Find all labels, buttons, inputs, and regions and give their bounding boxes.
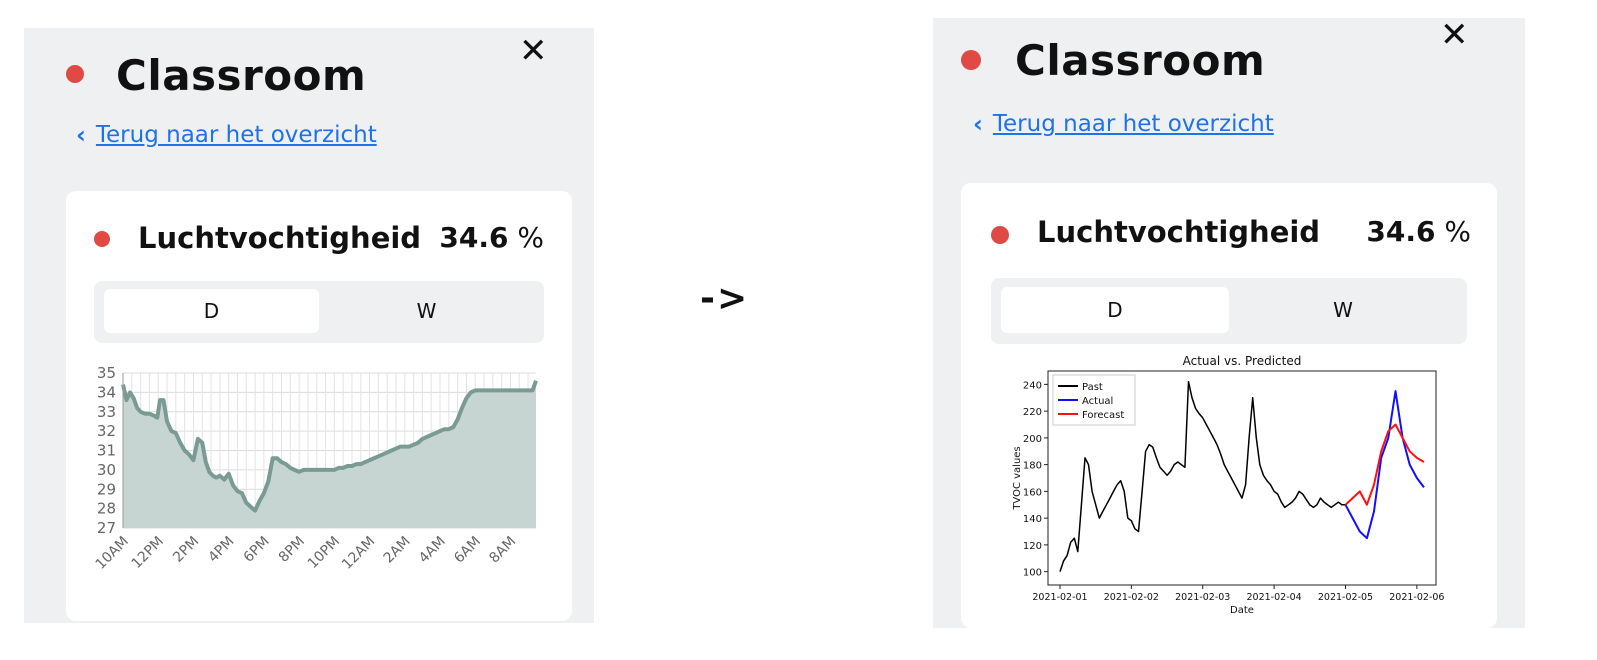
status-dot: [961, 50, 981, 70]
series-line-forecast: [1344, 423, 1425, 506]
y-tick-label: 180: [1023, 461, 1042, 472]
back-link[interactable]: ‹ Terug naar het overzicht: [973, 110, 1274, 138]
metric-unit: %: [517, 221, 544, 254]
metric-label: Luchtvochtigheid: [138, 221, 422, 255]
chevron-left-icon: ‹: [76, 121, 86, 149]
series-line-actual: [1344, 390, 1425, 540]
x-tick-label: 2021-02-03: [1175, 592, 1230, 603]
x-tick-label: 2AM: [381, 534, 414, 567]
chart-title: Actual vs. Predicted: [1183, 354, 1302, 368]
x-tick-label: 8PM: [276, 534, 308, 566]
y-tick-label: 32: [97, 422, 116, 440]
x-tick-label: 8AM: [486, 534, 519, 567]
y-tick-label: 120: [1023, 541, 1042, 552]
y-axis-label: TVOC values: [1012, 446, 1023, 510]
tab-day[interactable]: D: [104, 289, 319, 333]
transition-arrow: ->: [700, 278, 750, 319]
x-tick-label: 4AM: [416, 534, 449, 567]
metric-unit: %: [1444, 215, 1471, 248]
status-dot: [66, 65, 84, 83]
y-tick-label: 28: [97, 500, 116, 518]
y-tick-label: 30: [97, 461, 116, 479]
metric-status-dot: [991, 226, 1009, 244]
legend-label-actual: Actual: [1082, 396, 1113, 407]
metric-card: Luchtvochtigheid 34.6 % D W 27 28 29 30 31 32…: [66, 191, 572, 621]
x-tick-label: 10AM: [93, 534, 132, 573]
metric-value: 34.6 %: [439, 224, 544, 252]
x-tick-label: 2021-02-05: [1318, 592, 1373, 603]
back-link-label: Terug naar het overzicht: [95, 122, 377, 148]
page-title: Classroom: [1015, 36, 1266, 85]
y-tick-label: 33: [97, 403, 116, 421]
y-tick-label: 160: [1023, 487, 1042, 498]
x-tick-label: 2021-02-02: [1104, 592, 1159, 603]
humidity-chart: 2728 293031 3233 3435 10AM12PM 2PM 4PM 6PM 8PM10…: [93, 364, 538, 573]
detail-panel-before: Classroom ✕ ‹ Terug naar het overzicht L…: [24, 28, 594, 623]
y-tick-label: 35: [97, 364, 116, 382]
x-axis-label: Date: [1230, 605, 1254, 616]
metric-value-number: 34.6: [1366, 215, 1436, 248]
x-tick-label: 6PM: [241, 534, 273, 566]
x-tick-label: 4PM: [205, 534, 237, 566]
legend-label-forecast: Forecast: [1082, 410, 1124, 421]
tvoc-forecast-chart: Actual vs. Predicted 100 120 140 160 180 200 22…: [1012, 354, 1444, 616]
detail-panel-after: Classroom ✕ ‹ Terug naar het overzicht L…: [933, 18, 1525, 628]
tab-day[interactable]: D: [1001, 287, 1229, 333]
back-link-label: Terug naar het overzicht: [992, 111, 1274, 137]
chevron-left-icon: ‹: [973, 110, 983, 138]
tab-week[interactable]: W: [1229, 287, 1457, 333]
x-tick-label: 2PM: [170, 534, 202, 566]
legend-label-past: Past: [1082, 382, 1103, 393]
x-tick-label: 6AM: [451, 534, 484, 567]
y-tick-label: 100: [1023, 568, 1042, 579]
metric-status-dot: [94, 231, 110, 247]
page-title: Classroom: [116, 51, 367, 100]
y-tick-label: 31: [97, 442, 116, 460]
x-tick-label: 12AM: [339, 534, 378, 573]
y-tick-label: 29: [97, 480, 116, 498]
x-tick-label: 2021-02-01: [1032, 592, 1087, 603]
y-tick-label: 27: [97, 519, 116, 537]
metric-value: 34.6 %: [1366, 218, 1471, 246]
x-tick-label: 12PM: [129, 534, 167, 572]
y-tick-label: 140: [1023, 514, 1042, 525]
x-tick-label: 10PM: [305, 534, 343, 572]
period-tabs: D W: [991, 278, 1467, 344]
y-tick-label: 240: [1023, 380, 1042, 391]
metric-value-number: 34.6: [439, 221, 509, 254]
close-icon[interactable]: ✕: [1440, 18, 1469, 52]
close-icon[interactable]: ✕: [519, 34, 548, 68]
x-tick-label: 2021-02-04: [1247, 592, 1302, 603]
metric-card: Luchtvochtigheid 34.6 % D W Actual vs. P…: [961, 183, 1497, 628]
tab-week[interactable]: W: [319, 289, 534, 333]
metric-label: Luchtvochtigheid: [1037, 215, 1321, 249]
period-tabs: D W: [94, 281, 544, 343]
y-tick-label: 200: [1023, 434, 1042, 445]
x-tick-label: 2021-02-06: [1389, 592, 1444, 603]
y-tick-label: 34: [97, 383, 116, 401]
y-tick-label: 220: [1023, 407, 1042, 418]
back-link[interactable]: ‹ Terug naar het overzicht: [76, 121, 377, 149]
